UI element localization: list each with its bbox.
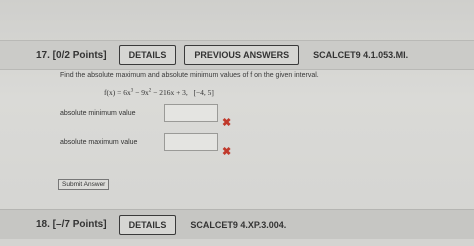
question-17-body: Find the absolute maximum and absolute m…	[60, 72, 460, 158]
max-answer-input[interactable]	[164, 133, 218, 151]
question-17-header: 17. [0/2 Points] DETAILS PREVIOUS ANSWER…	[0, 40, 474, 70]
question-18-code: SCALCET9 4.XP.3.004.	[190, 219, 287, 230]
question-17-points: 17. [0/2 Points]	[36, 49, 107, 61]
question-18-points: 18. [–/7 Points]	[36, 219, 107, 230]
min-answer-input[interactable]	[164, 104, 218, 122]
minimum-row: absolute minimum value ✖	[60, 104, 231, 129]
incorrect-icon: ✖	[222, 117, 232, 129]
function-mid: − 9x	[133, 88, 149, 97]
max-label: absolute maximum value	[60, 138, 138, 146]
function-lhs: f(x) = 6x	[104, 88, 131, 97]
question-prompt: Find the absolute maximum and absolute m…	[60, 72, 319, 79]
interval: [−4, 5]	[193, 88, 214, 97]
maximum-row: absolute maximum value ✖	[60, 133, 231, 158]
details-button[interactable]: DETAILS	[118, 45, 177, 65]
min-label: absolute minimum value	[60, 109, 136, 117]
incorrect-icon: ✖	[222, 146, 232, 158]
question-17-code: SCALCET9 4.1.053.MI.	[313, 50, 409, 60]
function-rhs: − 216x + 3,	[151, 88, 188, 97]
submit-answer-button[interactable]: Submit Answer	[58, 179, 110, 190]
function-formula: f(x) = 6x3 − 9x2 − 216x + 3, [−4, 5]	[104, 88, 214, 97]
details-button[interactable]: DETAILS	[118, 214, 177, 235]
question-18-header: 18. [–/7 Points] DETAILS SCALCET9 4.XP.3…	[0, 209, 474, 239]
screen: 17. [0/2 Points] DETAILS PREVIOUS ANSWER…	[0, 0, 474, 246]
previous-answers-button[interactable]: PREVIOUS ANSWERS	[184, 45, 300, 65]
